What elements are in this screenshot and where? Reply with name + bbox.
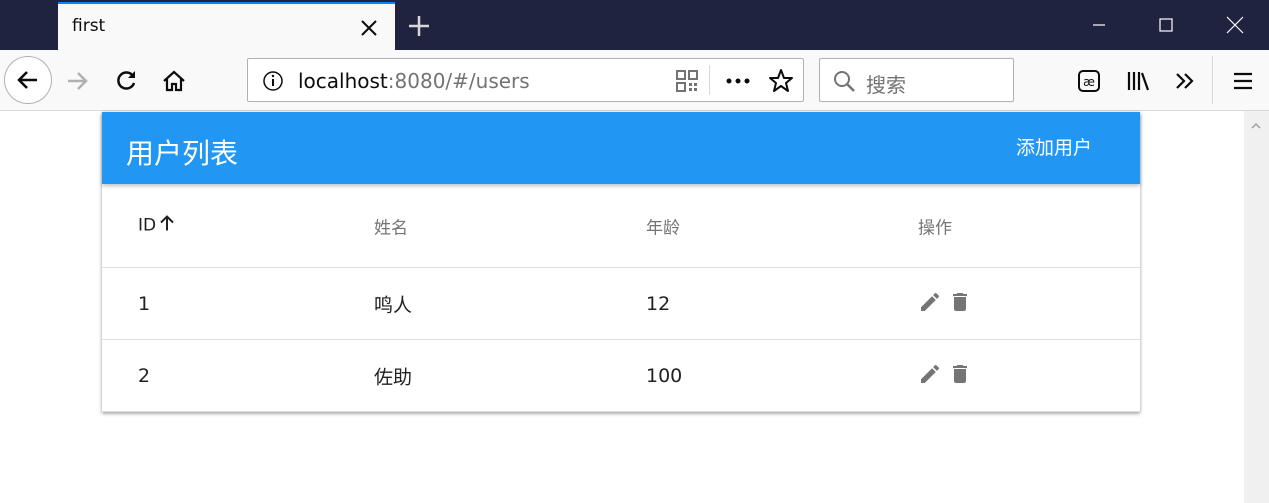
table-row: 1 鸣人 12 <box>102 268 1140 340</box>
user-list-card: 用户列表 添加用户 ID 姓名 年龄 操作 1 鸣人 12 2 佐助 100 <box>102 112 1140 412</box>
column-header-id-label: ID <box>138 215 157 235</box>
page-content: 用户列表 添加用户 ID 姓名 年龄 操作 1 鸣人 12 2 佐助 100 <box>0 111 1244 503</box>
page-title: 用户列表 <box>126 137 239 170</box>
edit-icon[interactable] <box>918 362 942 386</box>
edit-icon[interactable] <box>918 290 942 314</box>
home-icon[interactable] <box>159 66 189 96</box>
app-header: 用户列表 添加用户 <box>102 112 1140 184</box>
overflow-chevron-icon[interactable] <box>1170 66 1200 96</box>
search-bar[interactable]: 搜索 <box>819 58 1014 102</box>
bookmark-star-icon[interactable] <box>768 68 794 98</box>
browser-tab[interactable]: first <box>58 2 395 50</box>
cell-id: 2 <box>138 364 151 387</box>
library-icon[interactable] <box>1123 66 1153 96</box>
info-icon[interactable] <box>262 70 284 96</box>
browser-titlebar: first <box>0 0 1269 50</box>
cell-age: 100 <box>646 364 683 387</box>
column-header-actions: 操作 <box>918 218 952 238</box>
add-user-button[interactable]: 添加用户 <box>998 130 1110 166</box>
cell-actions <box>918 290 978 314</box>
cell-name: 鸣人 <box>374 294 413 316</box>
svg-text:æ: æ <box>1083 75 1095 89</box>
page-actions-icon[interactable] <box>725 70 751 96</box>
toolbar-divider <box>1212 56 1213 104</box>
table-header: ID 姓名 年龄 操作 <box>102 184 1140 268</box>
url-text[interactable]: localhost:8080/#/users <box>298 69 530 93</box>
column-header-id[interactable]: ID <box>138 214 176 237</box>
qr-code-icon[interactable] <box>676 70 698 96</box>
browser-navbar: localhost:8080/#/users 搜索 æ <box>0 50 1269 111</box>
search-input[interactable]: 搜索 <box>866 69 906 98</box>
hamburger-menu-icon[interactable] <box>1228 66 1258 96</box>
reload-icon[interactable] <box>111 66 141 96</box>
tab-title: first <box>72 16 106 36</box>
close-tab-icon[interactable] <box>359 18 379 38</box>
maximize-icon[interactable] <box>1134 0 1198 50</box>
cell-actions <box>918 362 978 386</box>
cell-name: 佐助 <box>374 366 413 388</box>
cell-id: 1 <box>138 292 151 315</box>
window-close-icon[interactable] <box>1203 0 1267 50</box>
url-divider <box>709 65 710 95</box>
scroll-up-icon[interactable] <box>1250 117 1262 136</box>
delete-icon[interactable] <box>948 362 972 386</box>
reader-view-icon[interactable]: æ <box>1074 66 1104 96</box>
table-row: 2 佐助 100 <box>102 340 1140 412</box>
cell-age: 12 <box>646 292 671 315</box>
column-header-name[interactable]: 姓名 <box>374 213 408 238</box>
column-header-age[interactable]: 年龄 <box>646 213 680 238</box>
back-icon[interactable] <box>4 56 52 104</box>
vertical-scrollbar[interactable] <box>1244 111 1269 503</box>
url-host: localhost <box>298 69 388 93</box>
forward-icon[interactable] <box>62 66 92 96</box>
minimize-icon[interactable] <box>1067 0 1131 50</box>
search-icon <box>832 69 856 97</box>
delete-icon[interactable] <box>948 290 972 314</box>
new-tab-icon[interactable] <box>405 12 433 40</box>
arrow-up-icon <box>158 214 176 237</box>
url-bar[interactable]: localhost:8080/#/users <box>247 58 804 102</box>
url-path: :8080/#/users <box>387 69 530 93</box>
